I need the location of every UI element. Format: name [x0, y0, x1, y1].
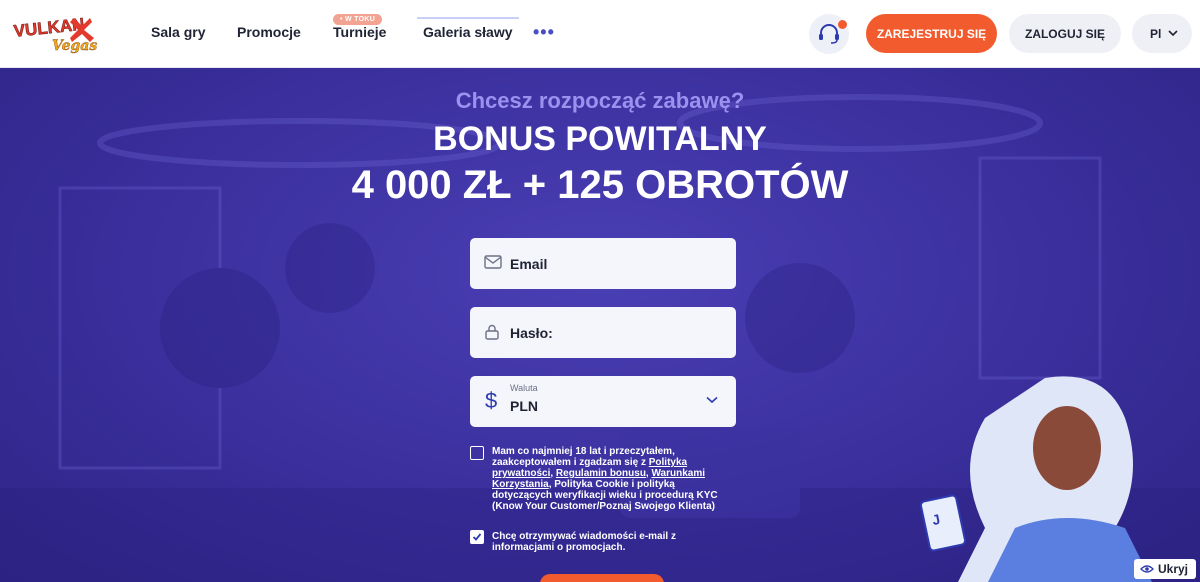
currency-select[interactable]: $ Waluta PLN — [470, 376, 736, 427]
nav-sala-gry[interactable]: Sala gry — [151, 24, 205, 40]
submit-register-button[interactable] — [540, 574, 664, 582]
eye-icon — [1140, 565, 1154, 573]
chevron-down-icon — [1168, 30, 1178, 37]
notification-dot — [838, 20, 847, 29]
register-button[interactable]: ZAREJESTRUJ SIĘ — [866, 14, 997, 53]
nav-turnieje[interactable]: Turnieje — [333, 24, 386, 40]
nav-galeria-slawy[interactable]: Galeria sławy — [417, 17, 519, 40]
svg-text:Vegas: Vegas — [52, 38, 97, 54]
hero-bonus-amount: 4 000 ZŁ + 125 OBROTÓW — [351, 163, 849, 207]
chevron-down-icon — [706, 396, 718, 404]
character-illustration: J — [919, 376, 1152, 582]
terms-text-part1: Mam co najmniej 18 lat i przeczytałem, z… — [492, 446, 675, 468]
language-label: Pl — [1150, 27, 1162, 41]
language-selector[interactable]: Pl — [1132, 14, 1192, 53]
bonus-rules-link[interactable]: Regulamin bonusu — [556, 468, 646, 479]
password-field[interactable]: Hasło: — [470, 307, 736, 358]
hero-subtitle: Chcesz rozpocząć zabawę? — [455, 88, 745, 113]
more-menu-button[interactable]: ••• — [533, 22, 555, 43]
email-field[interactable]: Email — [470, 238, 736, 289]
envelope-icon — [484, 255, 502, 269]
top-header: VULKAN Vegas Sala gry Promocje • W TOKU … — [0, 0, 1200, 68]
hero-title: BONUS POWITALNY — [433, 120, 767, 158]
hide-label: Ukryj — [1158, 562, 1189, 576]
hide-button[interactable]: Ukryj — [1134, 559, 1196, 579]
checkmark-icon — [472, 533, 482, 541]
promo-consent-text: Chcę otrzymywać wiadomości e-mail z info… — [492, 531, 676, 553]
currency-small-label: Waluta — [510, 383, 538, 393]
vulkan-vegas-logo[interactable]: VULKAN Vegas — [12, 12, 110, 56]
terms-text: Mam co najmniej 18 lat i przeczytałem, z… — [492, 446, 732, 512]
lock-icon — [485, 324, 499, 340]
promo-checkbox[interactable] — [470, 530, 484, 544]
support-button[interactable] — [809, 14, 849, 54]
terms-checkbox[interactable] — [470, 446, 484, 460]
dollar-icon: $ — [485, 388, 498, 413]
currency-value: PLN — [510, 398, 538, 414]
headset-icon — [819, 24, 839, 44]
email-label: Email — [510, 256, 548, 272]
password-label: Hasło: — [510, 325, 553, 341]
login-button[interactable]: ZALOGUJ SIĘ — [1009, 14, 1121, 53]
nav-promocje[interactable]: Promocje — [237, 24, 301, 40]
